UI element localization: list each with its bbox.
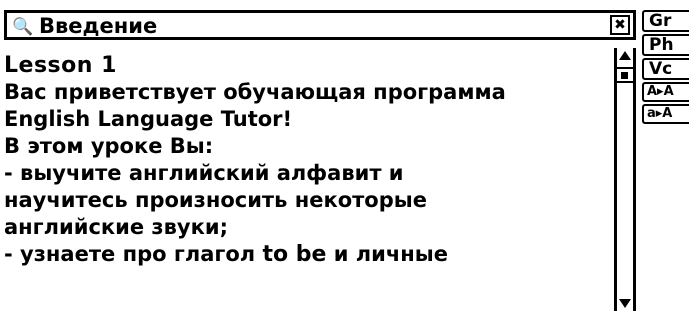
content-line-with-keyword: - узнаете про глагол to be и личные (4, 242, 449, 267)
close-icon: ✖ (614, 17, 626, 33)
phonetics-button[interactable]: Ph (642, 34, 689, 56)
scroll-thumb-icon[interactable] (617, 67, 633, 83)
keyword-highlight: to be (262, 242, 327, 267)
content-line: English Language Tutor! (4, 107, 293, 131)
case-toggle-button[interactable]: a▸A (642, 104, 689, 124)
translate-direction-button[interactable]: A▸A (642, 82, 689, 102)
side-button-panel: Gr Ph Vc A▸A a▸A (642, 0, 689, 311)
title-bar: 🔍 Введение ✖ (4, 10, 636, 40)
lesson-heading: Lesson 1 (4, 53, 117, 78)
content-line: английские звуки; (4, 215, 228, 239)
vertical-scrollbar[interactable] (614, 48, 636, 311)
lesson-content: Lesson 1 Вас приветствует обучающая прог… (4, 52, 608, 311)
content-line: - выучите английский алфавит и (4, 161, 404, 185)
binoculars-icon: 🔍 (12, 17, 34, 37)
tutor-window: 🔍 Введение ✖ Lesson 1 Вас приветствует о… (0, 0, 638, 311)
vocabulary-button[interactable]: Vc (642, 58, 689, 80)
content-line: научитесь произносить некоторые (4, 188, 427, 212)
content-line: Вас приветствует обучающая программа (4, 80, 506, 104)
scroll-down-arrow-icon[interactable] (617, 295, 633, 311)
grammar-button[interactable]: Gr (642, 10, 689, 32)
content-line: В этом уроке Вы: (4, 134, 214, 158)
scroll-up-arrow-icon[interactable] (617, 48, 633, 64)
scroll-track[interactable] (617, 83, 633, 273)
window-title: Введение (39, 14, 158, 38)
close-button[interactable]: ✖ (610, 15, 630, 35)
